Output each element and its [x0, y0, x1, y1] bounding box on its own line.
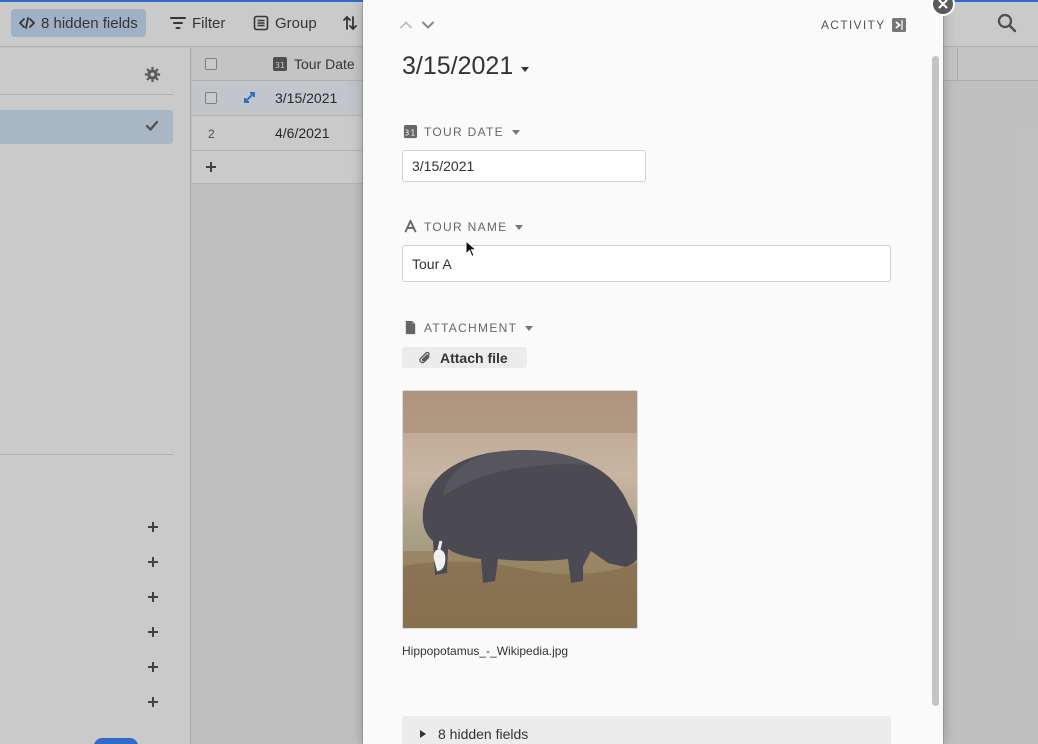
- hidden-fields-toggle[interactable]: 8 hidden fields: [402, 716, 891, 744]
- hidden-fields-label: 8 hidden fields: [438, 726, 529, 742]
- attachment-filename[interactable]: Hippopotamus_-_Wikipedia.jpg: [402, 644, 568, 658]
- field-label-text: TOUR NAME: [424, 219, 508, 234]
- record-navigation: [399, 18, 435, 32]
- chevron-down-icon[interactable]: [421, 18, 435, 32]
- paperclip-icon: [419, 351, 430, 363]
- panel-scrollbar[interactable]: [932, 56, 939, 706]
- field-label-tour-name[interactable]: TOUR NAME: [403, 219, 524, 234]
- close-icon: [938, 0, 948, 9]
- record-title-text: 3/15/2021: [402, 52, 514, 80]
- field-label-text: TOUR DATE: [424, 124, 504, 139]
- calendar-icon: 31: [403, 124, 418, 139]
- expanded-record-panel: ACTIVITY 3/15/2021 31 TOUR DATE 3/15/202…: [363, 0, 943, 744]
- mouse-cursor-icon: [465, 240, 477, 258]
- record-title[interactable]: 3/15/2021: [402, 52, 530, 81]
- field-label-text: ATTACHMENT: [424, 320, 518, 335]
- chevron-up-icon[interactable]: [399, 18, 413, 32]
- text-field-icon: [404, 219, 417, 233]
- caret-down-icon: [511, 129, 520, 135]
- activity-label: ACTIVITY: [821, 18, 886, 32]
- attach-file-button[interactable]: Attach file: [402, 347, 527, 368]
- document-icon: [405, 320, 416, 335]
- tour-date-input[interactable]: 3/15/2021: [402, 150, 646, 182]
- caret-down-icon: [525, 325, 534, 331]
- attach-file-label: Attach file: [440, 349, 508, 366]
- activity-panel-icon: [892, 18, 907, 32]
- field-label-attachment[interactable]: ATTACHMENT: [403, 320, 534, 335]
- activity-button[interactable]: ACTIVITY: [821, 17, 907, 33]
- field-label-tour-date[interactable]: 31 TOUR DATE: [403, 124, 520, 139]
- caret-right-icon: [420, 730, 426, 738]
- hippopotamus-photo: [403, 391, 637, 628]
- svg-text:31: 31: [405, 128, 417, 137]
- caret-down-icon: [515, 224, 524, 230]
- attachment-thumbnail[interactable]: [402, 390, 638, 629]
- caret-down-icon: [521, 66, 530, 72]
